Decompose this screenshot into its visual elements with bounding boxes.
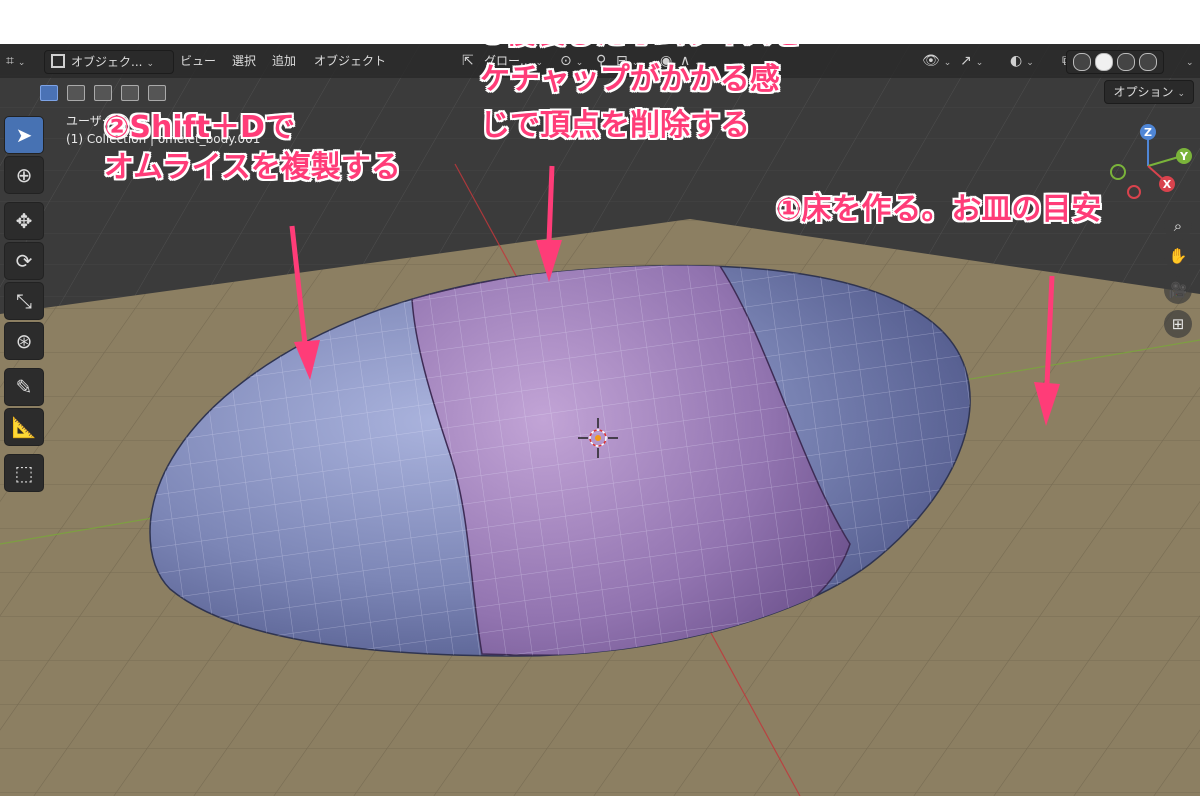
tool-shelf: ➤ ⊕ ✥ ⟳ ⤡ ⊛ ✎ 📐 ⬚ [4, 116, 44, 494]
camera-view-icon[interactable]: 🎥 [1164, 276, 1192, 304]
menu-select[interactable]: 選択 [226, 50, 262, 72]
y-axis-label: Y [1179, 150, 1189, 163]
transform-tool[interactable]: ⊛ [4, 322, 44, 360]
transform-icon: ⊛ [15, 329, 33, 353]
menu-object[interactable]: オブジェクト [308, 50, 392, 72]
rotate-icon: ⟳ [15, 249, 33, 273]
overlay-toggle-icon[interactable]: ◐ ⌄ [1010, 50, 1034, 72]
x-axis-label: X [1163, 178, 1172, 191]
z-axis-label: Z [1144, 126, 1152, 139]
menu-add[interactable]: 追加 [266, 50, 302, 72]
scale-icon: ⤡ [16, 289, 32, 313]
material-shading-icon[interactable] [1117, 53, 1135, 71]
wireframe-shading-icon[interactable] [1073, 53, 1091, 71]
select-extend-icon[interactable] [67, 84, 86, 101]
annotate-tool[interactable]: ✎ [4, 368, 44, 406]
cursor-arrow-icon: ➤ [15, 123, 33, 147]
crosshair-icon: ⊕ [15, 163, 33, 187]
select-new-icon[interactable] [40, 84, 58, 101]
shading-modes [1066, 50, 1164, 74]
annotation-step3: ③複製したオムライスを ケチャップがかかる感 じで頂点を削除する [480, 44, 802, 143]
object-mode-icon [51, 54, 65, 68]
editor-type-icon[interactable]: ⌗ ⌄ [6, 50, 25, 72]
select-subtract-icon[interactable] [94, 84, 113, 101]
zoom-icon[interactable]: ⌕ [1164, 212, 1192, 240]
move-tool[interactable]: ✥ [4, 202, 44, 240]
rotate-tool[interactable]: ⟳ [4, 242, 44, 280]
pencil-icon: ✎ [15, 375, 33, 399]
select-box-tool[interactable]: ➤ [4, 116, 44, 154]
visibility-icon[interactable]: 👁 ⌄ [922, 50, 951, 72]
solid-shading-icon[interactable] [1095, 53, 1113, 71]
navigation-gizmo[interactable]: Z Y X [1100, 120, 1200, 220]
add-cube-tool[interactable]: ⬚ [4, 454, 44, 492]
pan-hand-icon[interactable]: ✋ [1164, 242, 1192, 270]
neg-y-axis-icon [1110, 164, 1126, 180]
annotation-step1: ①床を作る。お皿の目安 [776, 192, 1102, 227]
move-arrows-icon: ✥ [15, 209, 33, 233]
perspective-toggle-icon[interactable]: ⊞ [1164, 310, 1192, 338]
select-intersect-icon[interactable] [148, 84, 167, 101]
annotation-step2: ②Shift＋Dで オムライスを複製する [104, 110, 401, 185]
3d-viewport[interactable]: ⌗ ⌄ オブジェク... ⌄ ビュー 選択 追加 オブジェクト ⇱ グロー... ⌄ … [0, 44, 1200, 796]
cursor-tool[interactable]: ⊕ [4, 156, 44, 194]
select-invert-icon[interactable] [121, 84, 140, 101]
gizmo-toggle-icon[interactable]: ↗ ⌄ [960, 50, 983, 72]
rendered-shading-icon[interactable] [1139, 53, 1157, 71]
transform-orientation-icon: ⇱ [462, 53, 474, 69]
measure-tool[interactable]: 📐 [4, 408, 44, 446]
shading-options-chevron-icon[interactable]: ⌄ [1182, 50, 1194, 72]
neg-x-axis-icon [1127, 185, 1141, 199]
add-cube-icon: ⬚ [14, 461, 34, 485]
scale-tool[interactable]: ⤡ [4, 282, 44, 320]
menu-view[interactable]: ビュー [174, 50, 222, 72]
ruler-icon: 📐 [11, 415, 37, 439]
selection-mode-row [40, 82, 170, 102]
top-white-strip [0, 0, 1200, 44]
options-dropdown[interactable]: オプション ⌄ [1104, 80, 1194, 104]
mode-dropdown[interactable]: オブジェク... ⌄ [44, 50, 174, 74]
